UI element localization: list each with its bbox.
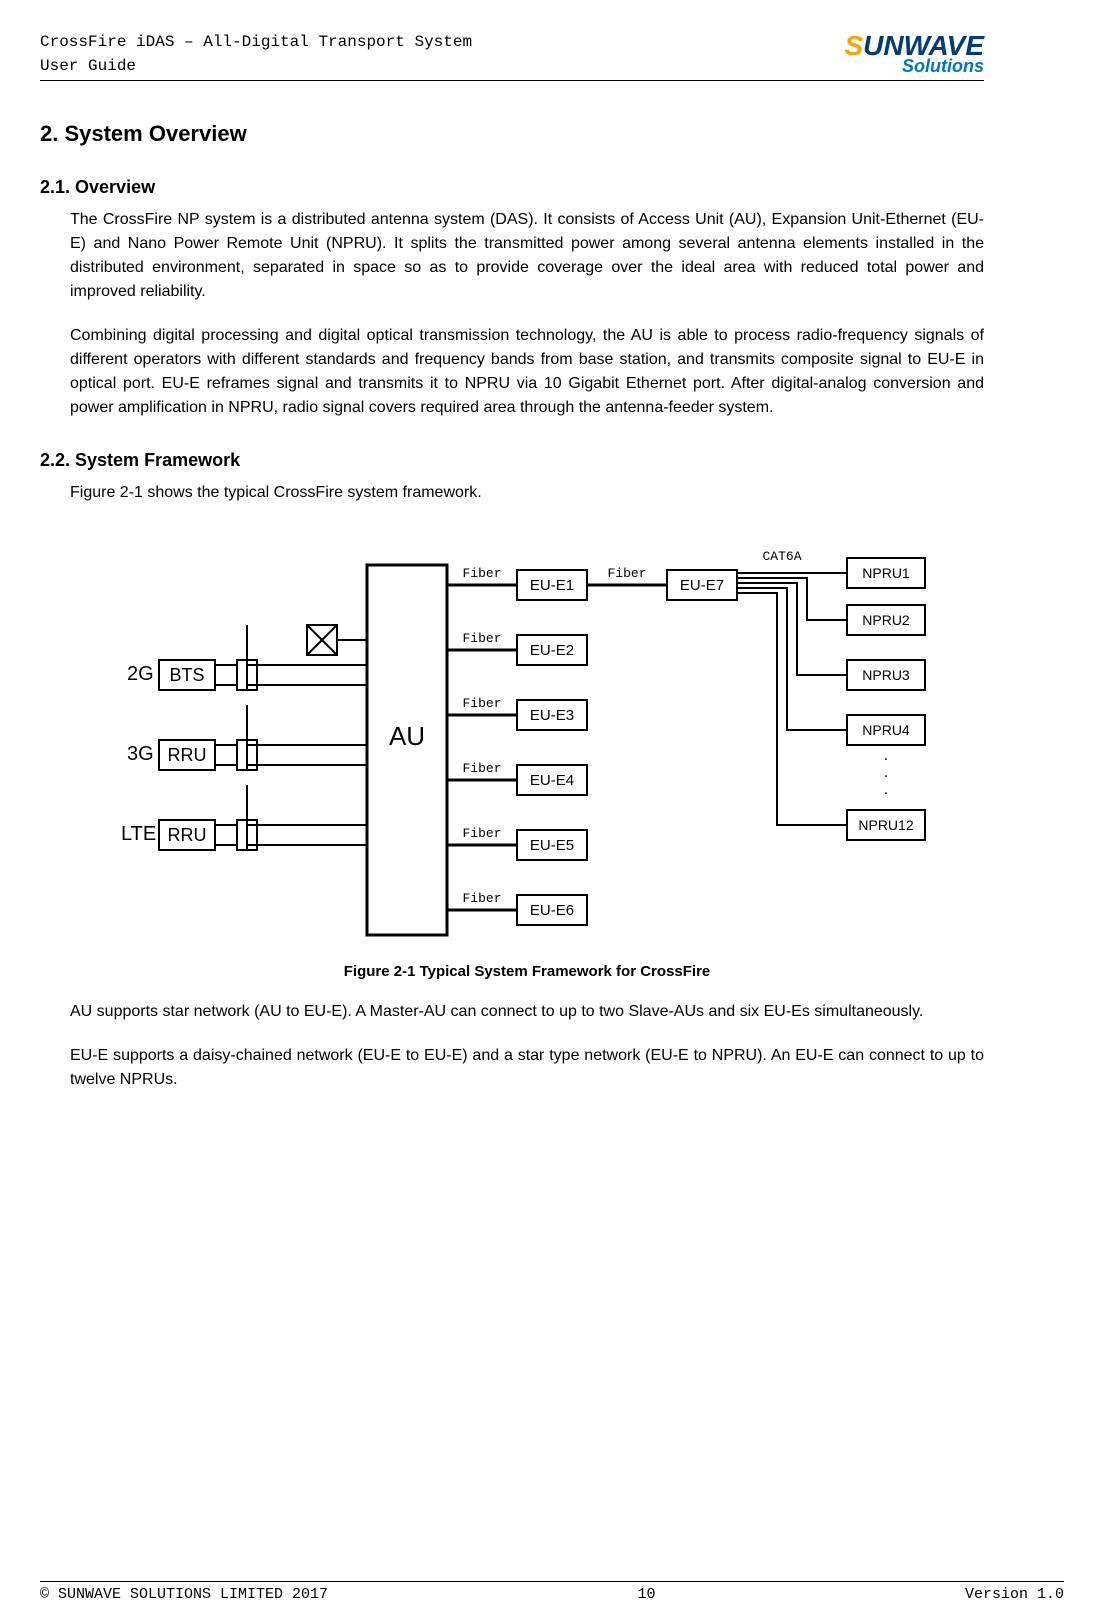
svg-text:BTS: BTS: [169, 665, 204, 685]
footer-page-number: 10: [638, 1586, 656, 1603]
system-framework-diagram: 2G 3G LTE BTS RRU RRU: [87, 525, 967, 955]
eu-e5: EU-E5: [517, 830, 587, 860]
box-rru-3g: RRU: [159, 740, 215, 770]
svg-text:NPRU2: NPRU2: [862, 612, 910, 628]
page-header: CrossFire iDAS – All-Digital Transport S…: [40, 30, 984, 81]
eu-e4: EU-E4: [517, 765, 587, 795]
label-lte: LTE: [121, 823, 156, 845]
npru-dot3: .: [884, 781, 888, 798]
framework-p1: AU supports star network (AU to EU-E). A…: [70, 1000, 984, 1024]
figure-2-1: 2G 3G LTE BTS RRU RRU: [70, 525, 984, 980]
fiber-label-7: Fiber: [607, 566, 646, 581]
heading-2: 2. System Overview: [40, 121, 984, 147]
framework-intro: Figure 2-1 shows the typical CrossFire s…: [70, 481, 984, 505]
eu-e1: EU-E1: [517, 570, 587, 600]
coupler-group-1: [215, 625, 367, 690]
header-text: CrossFire iDAS – All-Digital Transport S…: [40, 30, 472, 78]
cat6a-links: [737, 573, 847, 825]
npru3: NPRU3: [847, 660, 925, 690]
box-bts: BTS: [159, 660, 215, 690]
framework-p2: EU-E supports a daisy-chained network (E…: [70, 1044, 984, 1092]
figure-caption: Figure 2-1 Typical System Framework for …: [70, 963, 984, 980]
label-2g: 2G: [127, 663, 154, 685]
heading-2-2: 2.2. System Framework: [40, 450, 984, 471]
cat6a-label: CAT6A: [762, 549, 801, 564]
svg-text:EU-E5: EU-E5: [530, 837, 574, 854]
overview-p1: The CrossFire NP system is a distributed…: [70, 208, 984, 304]
logo: SUNWAVE Solutions: [844, 30, 984, 77]
svg-text:AU: AU: [389, 721, 425, 751]
svg-text:RRU: RRU: [168, 745, 207, 765]
page-footer: © SUNWAVE SOLUTIONS LIMITED 2017 10 Vers…: [40, 1581, 1064, 1603]
eu-e2: EU-E2: [517, 635, 587, 665]
npru-dot1: .: [884, 747, 888, 764]
svg-text:EU-E4: EU-E4: [530, 772, 574, 789]
au-box: AU: [367, 565, 447, 935]
overview-p2: Combining digital processing and digital…: [70, 324, 984, 420]
svg-text:EU-E1: EU-E1: [530, 577, 574, 594]
fiber-label-3: Fiber: [462, 696, 501, 711]
npru12: NPRU12: [847, 810, 925, 840]
svg-text:NPRU4: NPRU4: [862, 722, 910, 738]
footer-copyright: © SUNWAVE SOLUTIONS LIMITED 2017: [40, 1586, 328, 1603]
cross-box: [307, 625, 367, 655]
eu-e3: EU-E3: [517, 700, 587, 730]
npru4: NPRU4: [847, 715, 925, 745]
svg-text:EU-E3: EU-E3: [530, 707, 574, 724]
fiber-label-2: Fiber: [462, 631, 501, 646]
eu-e6: EU-E6: [517, 895, 587, 925]
npru2: NPRU2: [847, 605, 925, 635]
fiber-label-1: Fiber: [462, 566, 501, 581]
npru-dot2: .: [884, 764, 888, 781]
coupler-group-3: [215, 785, 367, 850]
doc-title-line1: CrossFire iDAS – All-Digital Transport S…: [40, 30, 472, 54]
fiber-label-4: Fiber: [462, 761, 501, 776]
fiber-label-5: Fiber: [462, 826, 501, 841]
svg-text:NPRU12: NPRU12: [858, 817, 913, 833]
fiber-label-6: Fiber: [462, 891, 501, 906]
footer-version: Version 1.0: [965, 1586, 1064, 1603]
svg-text:EU-E7: EU-E7: [680, 577, 724, 594]
svg-text:EU-E2: EU-E2: [530, 642, 574, 659]
heading-2-1: 2.1. Overview: [40, 177, 984, 198]
svg-text:NPRU3: NPRU3: [862, 667, 910, 683]
svg-text:EU-E6: EU-E6: [530, 902, 574, 919]
coupler-group-2: [215, 705, 367, 770]
label-3g: 3G: [127, 743, 154, 765]
npru1: NPRU1: [847, 558, 925, 588]
svg-text:RRU: RRU: [168, 825, 207, 845]
eu-e7: EU-E7: [667, 570, 737, 600]
logo-icon: S: [844, 30, 863, 61]
svg-text:NPRU1: NPRU1: [862, 565, 910, 581]
box-rru-lte: RRU: [159, 820, 215, 850]
doc-title-line2: User Guide: [40, 54, 472, 78]
